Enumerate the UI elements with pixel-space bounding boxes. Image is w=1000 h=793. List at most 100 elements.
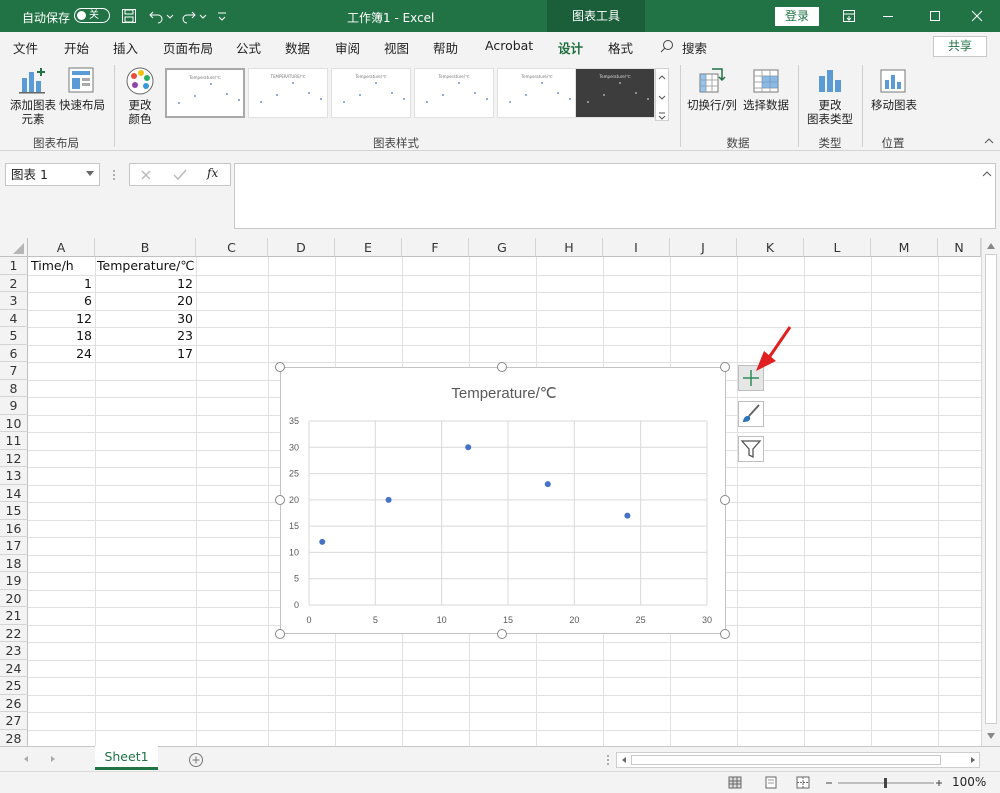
share-button[interactable]: 共享 <box>933 36 987 57</box>
undo-icon[interactable] <box>148 8 174 24</box>
insert-function-icon[interactable]: fx <box>207 166 218 180</box>
formula-input[interactable] <box>234 163 996 229</box>
close-icon[interactable] <box>970 9 984 23</box>
add-chart-element-label-2: 元素 <box>21 112 45 126</box>
collapse-formula-bar-icon[interactable] <box>982 170 992 178</box>
gallery-scroll[interactable] <box>655 68 669 121</box>
collapse-ribbon-icon[interactable] <box>983 135 995 147</box>
tab-review[interactable]: 审阅 <box>335 38 360 57</box>
tab-help[interactable]: 帮助 <box>433 38 458 57</box>
prev-sheet-icon[interactable] <box>22 755 30 763</box>
resize-handle-tm[interactable] <box>497 362 507 372</box>
cell-b4[interactable]: 30 <box>95 310 196 328</box>
resize-handle-br[interactable] <box>720 629 730 639</box>
vertical-scroll-thumb[interactable] <box>985 254 997 724</box>
horizontal-scrollbar[interactable] <box>616 752 980 768</box>
maximize-icon[interactable] <box>928 9 942 23</box>
scroll-right-icon[interactable] <box>969 756 977 764</box>
zoom-level[interactable]: 100% <box>952 775 986 789</box>
tab-acrobat[interactable]: Acrobat <box>485 38 533 53</box>
quick-layout-icon[interactable] <box>67 66 95 94</box>
cell-a2[interactable]: 1 <box>28 275 95 293</box>
cell-b1[interactable]: Temperature/℃ <box>94 257 197 275</box>
move-chart-icon[interactable] <box>879 66 907 94</box>
change-chart-type-icon[interactable] <box>816 66 844 94</box>
cell-b2[interactable]: 12 <box>95 275 196 293</box>
login-button[interactable]: 登录 <box>775 7 819 26</box>
tab-home[interactable]: 开始 <box>64 38 89 57</box>
redo-icon[interactable] <box>181 8 207 24</box>
resize-handle-tl[interactable] <box>275 362 285 372</box>
scroll-up-icon[interactable] <box>986 242 996 250</box>
data-point <box>624 512 631 519</box>
chart-style-thumb-2[interactable]: TEMPERATURE/℃ <box>248 68 328 118</box>
tab-file[interactable]: 文件 <box>13 38 38 57</box>
chart-style-thumb-3[interactable]: Temperature/℃ <box>331 68 411 118</box>
tab-format[interactable]: 格式 <box>608 38 633 57</box>
resize-handle-bl[interactable] <box>275 629 285 639</box>
resize-handle-tr[interactable] <box>720 362 730 372</box>
cell-b5[interactable]: 23 <box>95 327 196 345</box>
chart-filters-button[interactable] <box>738 436 764 462</box>
name-box-dropdown-icon[interactable] <box>86 171 95 178</box>
sheet-tab-sheet1[interactable]: Sheet1 <box>95 746 158 770</box>
change-colors-label: 更改 <box>128 98 152 112</box>
cell-a6[interactable]: 24 <box>28 345 95 363</box>
chart-styles-button[interactable] <box>738 401 764 427</box>
switch-row-column-icon[interactable] <box>698 66 726 94</box>
page-break-view-icon[interactable] <box>796 776 810 789</box>
scatter-chart[interactable]: Temperature/℃ 0 5 10 15 20 25 30 35 0 5 10 15 20 25 30 <box>280 367 726 634</box>
search-icon[interactable] <box>660 39 674 53</box>
change-colors-label-2: 颜色 <box>128 112 152 126</box>
vertical-scrollbar[interactable] <box>981 238 1000 746</box>
tab-page-layout[interactable]: 页面布局 <box>163 38 213 57</box>
cell-a1[interactable]: Time/h <box>28 257 77 275</box>
x-tick-label: 15 <box>503 615 513 625</box>
select-data-icon[interactable] <box>752 66 780 94</box>
x-tick-label: 25 <box>636 615 646 625</box>
group-location: 位置 <box>881 136 905 150</box>
chart-style-thumb-4[interactable]: Temperature/℃ <box>414 68 494 118</box>
zoom-slider[interactable] <box>824 777 944 789</box>
tab-insert[interactable]: 插入 <box>113 38 138 57</box>
autosave-toggle[interactable]: 关 <box>74 8 110 23</box>
y-tick-label: 0 <box>294 600 299 610</box>
horizontal-scroll-thumb[interactable] <box>631 755 941 765</box>
ribbon-tabs: 文件 开始 插入 页面布局 公式 数据 审阅 视图 帮助 Acrobat 设计 … <box>0 32 1000 63</box>
name-box[interactable]: 图表 1 <box>5 163 100 186</box>
scroll-left-icon[interactable] <box>620 756 628 764</box>
tab-formulas[interactable]: 公式 <box>236 38 261 57</box>
resize-handle-mr[interactable] <box>720 495 730 505</box>
resize-handle-ml[interactable] <box>275 495 285 505</box>
add-sheet-icon[interactable] <box>188 752 204 768</box>
cell-a5[interactable]: 18 <box>28 327 95 345</box>
search-box[interactable]: 搜索 <box>682 38 707 57</box>
enter-icon[interactable] <box>173 169 187 181</box>
cancel-icon[interactable] <box>140 169 152 181</box>
resize-handle-bm[interactable] <box>497 629 507 639</box>
cell-b6[interactable]: 17 <box>95 345 196 363</box>
chart-style-thumb-6[interactable]: Temperature/℃ <box>575 68 655 118</box>
tab-data[interactable]: 数据 <box>285 38 310 57</box>
tab-design[interactable]: 设计 <box>555 38 586 63</box>
cell-a4[interactable]: 12 <box>28 310 95 328</box>
quick-layout-label: 快速布局 <box>59 98 105 112</box>
tab-view[interactable]: 视图 <box>384 38 409 57</box>
cell-a3[interactable]: 6 <box>28 292 95 310</box>
scroll-down-icon[interactable] <box>986 732 996 740</box>
add-chart-element-icon[interactable] <box>19 66 47 94</box>
tab-split-icon[interactable] <box>605 753 611 767</box>
ribbon-display-icon[interactable] <box>842 9 856 23</box>
change-colors-icon[interactable] <box>125 66 155 96</box>
chart-plot: Temperature/℃ 0 5 10 15 20 25 30 35 0 5 10 15 20 25 30 <box>289 385 712 625</box>
chart-style-thumb-5[interactable]: Temperature/℃ <box>497 68 577 118</box>
minimize-icon[interactable] <box>881 9 895 23</box>
chart-style-thumb-1[interactable]: Temperature/℃ <box>165 68 245 118</box>
normal-view-icon[interactable] <box>728 776 742 789</box>
customize-qat-icon[interactable] <box>216 10 228 22</box>
next-sheet-icon[interactable] <box>49 755 57 763</box>
page-layout-view-icon[interactable] <box>764 776 778 789</box>
share-label: 共享 <box>947 39 972 53</box>
save-icon[interactable] <box>121 8 137 24</box>
cell-b3[interactable]: 20 <box>95 292 196 310</box>
